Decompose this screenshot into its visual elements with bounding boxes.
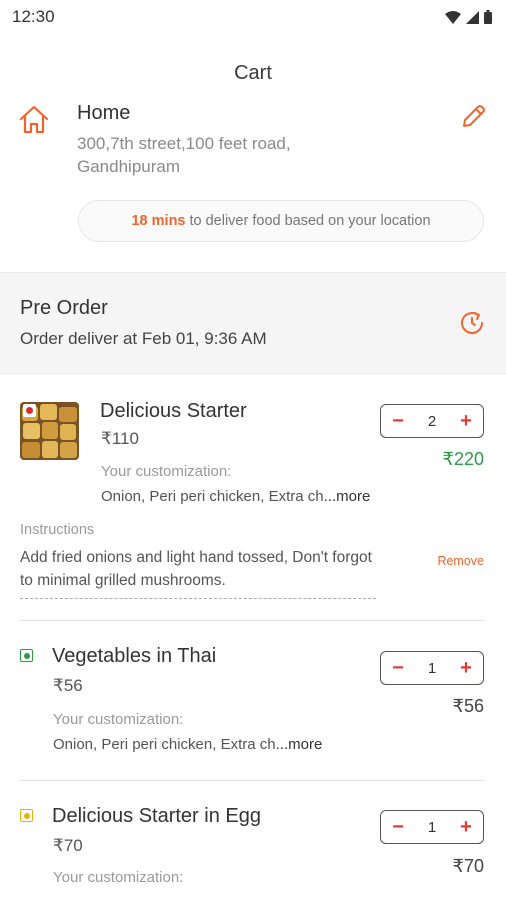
status-time: 12:30 xyxy=(12,7,55,26)
pre-order-time: Order deliver at Feb 01, 9:36 AM xyxy=(20,329,267,348)
address-text: 300,7th street,100 feet road, Gandhipura… xyxy=(77,134,291,176)
quantity-stepper: − 1 + xyxy=(380,651,484,685)
customization-label: Your customization: xyxy=(101,463,232,480)
item-name: Vegetables in Thai xyxy=(52,645,217,667)
remove-instructions-link[interactable]: Remove xyxy=(437,554,484,568)
edit-pencil-icon[interactable] xyxy=(460,104,486,130)
customization-text: Onion, Peri peri chicken, Extra ch...mor… xyxy=(101,488,370,505)
item-price: ₹70 xyxy=(53,836,83,855)
page-title: Cart xyxy=(234,62,272,84)
signal-icon xyxy=(466,10,479,24)
instructions-text[interactable]: Add fried onions and light hand tossed, … xyxy=(20,546,376,599)
item-price: ₹56 xyxy=(53,676,83,695)
increment-button[interactable]: + xyxy=(459,411,473,431)
customization-value: Onion, Peri peri chicken, Extra ch xyxy=(101,488,324,505)
item-total: ₹56 xyxy=(452,696,484,716)
increment-button[interactable]: + xyxy=(459,658,473,678)
eta-minutes: 18 mins xyxy=(131,213,186,229)
quantity-stepper: − 1 + xyxy=(380,810,484,844)
delivery-eta: 18 mins to deliver food based on your lo… xyxy=(78,200,484,242)
eta-text: to deliver food based on your location xyxy=(189,213,431,229)
customization-text: Onion, Peri peri chicken, Extra ch...mor… xyxy=(53,736,322,753)
item-name: Delicious Starter in Egg xyxy=(52,805,261,827)
quantity-value: 1 xyxy=(427,818,437,836)
customization-label: Your customization: xyxy=(53,711,184,728)
decrement-button[interactable]: − xyxy=(391,658,405,678)
battery-icon xyxy=(484,10,492,24)
increment-button[interactable]: + xyxy=(459,817,473,837)
home-icon xyxy=(19,105,49,134)
customization-label: Your customization: xyxy=(53,869,184,886)
cart-item: Delicious Starter ₹110 Your customizatio… xyxy=(0,374,506,620)
quantity-value: 1 xyxy=(427,659,437,677)
item-price: ₹110 xyxy=(101,429,139,448)
status-bar: 12:30 xyxy=(0,0,506,34)
decrement-button[interactable]: − xyxy=(391,817,405,837)
cart-item: Vegetables in Thai ₹56 Your customizatio… xyxy=(0,621,506,780)
pre-order-title: Pre Order xyxy=(20,297,108,319)
more-link[interactable]: ...more xyxy=(324,488,371,505)
customization-value: Onion, Peri peri chicken, Extra ch xyxy=(53,736,276,753)
decrement-button[interactable]: − xyxy=(391,411,405,431)
more-link[interactable]: ...more xyxy=(276,736,323,753)
clock-refresh-icon[interactable] xyxy=(458,309,486,337)
item-total: ₹220 xyxy=(442,449,484,469)
veg-indicator-icon xyxy=(20,649,33,662)
pre-order-section[interactable]: Pre Order Order deliver at Feb 01, 9:36 … xyxy=(0,272,506,374)
status-icons xyxy=(445,10,492,24)
instructions-label: Instructions xyxy=(20,522,95,538)
item-image xyxy=(20,402,79,460)
quantity-stepper: − 2 + xyxy=(380,404,484,438)
cart-item: Delicious Starter in Egg ₹70 Your custom… xyxy=(0,781,506,891)
wifi-icon xyxy=(445,10,461,24)
item-total: ₹70 xyxy=(452,856,484,876)
address-label: Home xyxy=(77,102,131,124)
egg-indicator-icon xyxy=(20,809,33,822)
delivery-address[interactable]: Home 300,7th street,100 feet road, Gandh… xyxy=(0,102,506,192)
item-name: Delicious Starter xyxy=(100,400,247,422)
quantity-value: 2 xyxy=(427,412,437,430)
